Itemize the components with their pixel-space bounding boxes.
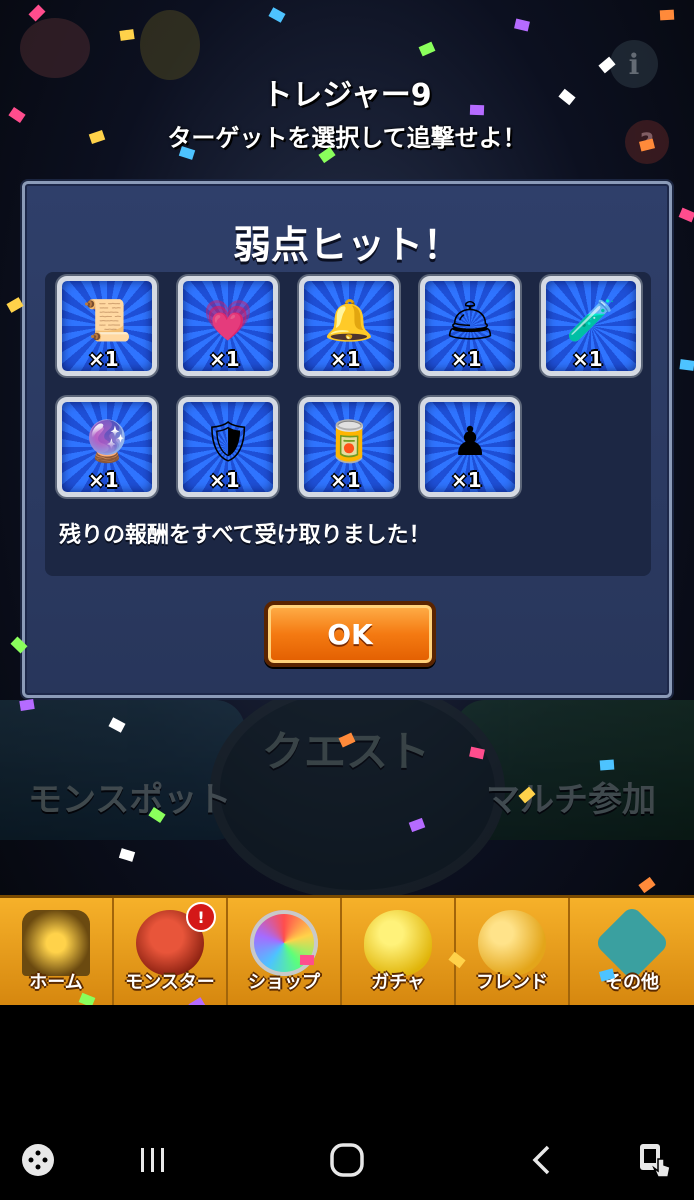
multi-join-label: マルチ参加 — [486, 780, 656, 820]
item-quantity: ×1 — [330, 468, 361, 492]
reward-item: 🔔 ×1 — [299, 276, 399, 376]
menu-item-monster[interactable]: ! モンスター — [114, 898, 228, 1005]
bottom-menu: ホーム ! モンスター ショップ ガチャ フレンド その他 — [0, 895, 694, 1005]
confetti-piece — [299, 954, 315, 966]
quest-button[interactable] — [210, 680, 505, 900]
confetti-piece — [119, 29, 135, 41]
item-quantity: ×1 — [451, 347, 482, 371]
confetti-piece — [659, 9, 675, 21]
menu-item-friend[interactable]: フレンド — [456, 898, 570, 1005]
reward-item: 🥫 ×1 — [299, 397, 399, 497]
sprout-bottle-icon: 🧪 — [566, 297, 616, 344]
item-quantity: ×1 — [88, 347, 119, 371]
reward-item: ♟ ×1 — [420, 397, 520, 497]
menu-item-more[interactable]: その他 — [570, 898, 694, 1005]
reward-dialog: 弱点ヒット！ 📜 ×1 💗 ×1 🔔 ×1 🛎 ×1 🧪 ×1 🔮 ×1 🛡 ×… — [22, 181, 672, 698]
reward-message: 残りの報酬をすべて受け取りました！ — [59, 523, 431, 548]
recent-apps-icon[interactable] — [132, 1140, 172, 1180]
menu-item-shop[interactable]: ショップ — [228, 898, 342, 1005]
game-tools-icon[interactable] — [18, 1140, 58, 1180]
reward-item: 🧪 ×1 — [541, 276, 641, 376]
crystal-orb-icon: 🔮 — [82, 418, 132, 465]
reward-item: 🛎 ×1 — [420, 276, 520, 376]
menu-label: ホーム — [29, 972, 83, 993]
screen-touch-icon[interactable] — [634, 1140, 676, 1180]
ok-button[interactable]: OK — [264, 601, 436, 667]
reward-item: 🔮 ×1 — [57, 397, 157, 497]
egg-icon — [364, 910, 432, 976]
menu-label: モンスター — [125, 972, 215, 993]
menu-label: フレンド — [476, 972, 548, 993]
notification-badge: ! — [186, 902, 216, 932]
confetti-piece — [469, 104, 485, 116]
home-gate-icon — [22, 910, 90, 976]
back-icon[interactable] — [522, 1140, 562, 1180]
item-quantity: ×1 — [209, 347, 240, 371]
golden-pawn-icon: ♟ — [452, 418, 488, 465]
item-quantity: ×1 — [88, 468, 119, 492]
reward-item: 🛡 ×1 — [178, 397, 278, 497]
reward-item: 💗 ×1 — [178, 276, 278, 376]
orb-icon — [250, 910, 318, 976]
home-icon[interactable] — [326, 1140, 368, 1180]
item-quantity: ×1 — [451, 468, 482, 492]
confetti-piece — [599, 759, 615, 771]
heart-potion-icon: 💗 — [203, 297, 253, 344]
item-quantity: ×1 — [330, 347, 361, 371]
stage-title: トレジャー9 — [262, 78, 432, 113]
menu-label: その他 — [605, 972, 659, 993]
scroll-icon: 📜 — [82, 297, 132, 344]
confetti-piece — [679, 359, 694, 371]
silver-bell-icon: 🛎 — [444, 297, 496, 344]
friends-icon — [478, 910, 546, 976]
menu-item-home[interactable]: ホーム — [0, 898, 114, 1005]
menu-label: ショップ — [248, 972, 320, 993]
item-quantity: ×1 — [572, 347, 603, 371]
game-screen: i ? モンスポット クエスト マルチ参加 トレジャー9 ターゲットを選択して追… — [0, 0, 694, 1005]
monspot-label: モンスポット — [28, 780, 232, 820]
background-decoration — [20, 18, 90, 78]
item-quantity: ×1 — [209, 468, 240, 492]
gold-bell-icon: 🔔 — [324, 297, 374, 344]
fire-can-icon: 🥫 — [324, 418, 374, 465]
menu-item-gacha[interactable]: ガチャ — [342, 898, 456, 1005]
quest-label: クエスト — [262, 727, 431, 776]
android-navbar — [0, 1110, 694, 1200]
dialog-title: 弱点ヒット！ — [232, 223, 461, 267]
menu-label: ガチャ — [371, 972, 425, 993]
silver-crest-icon: 🛡 — [202, 418, 254, 465]
reward-item: 📜 ×1 — [57, 276, 157, 376]
